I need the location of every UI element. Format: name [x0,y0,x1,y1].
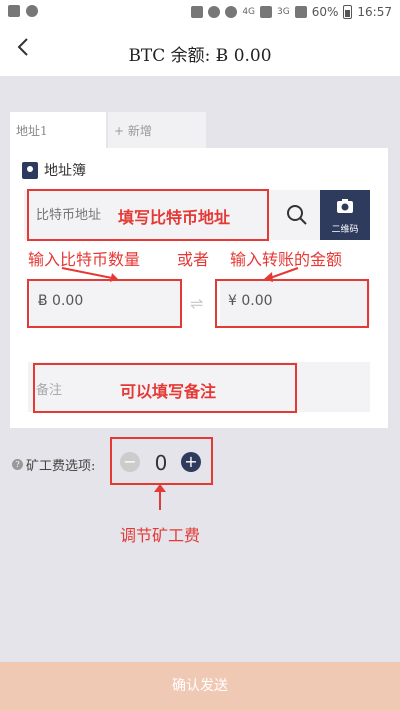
alarm-icon [208,6,221,18]
clock: 16:57 [357,5,392,19]
wechat-notification-icon [26,5,38,17]
network-4g-label: 4G [242,7,256,17]
app-header: BTC 余额: Ƀ 0.00 [0,26,400,76]
annotation-note: 可以填写备注 [120,382,217,401]
contacts-book-icon [22,161,38,179]
annotation-box-fee [110,437,213,485]
network-3g-label: 3G [277,7,290,17]
tab-add-new[interactable]: + 新增 [108,112,206,150]
qr-code-label: 二维码 [331,225,359,235]
wifi-icon [225,6,238,18]
address-book-link[interactable]: 地址簿 [22,160,86,180]
page-title: BTC 余额: Ƀ 0.00 [128,46,272,66]
annotation-box-btc [27,279,182,328]
signal-icon-2 [294,6,307,18]
status-bar: 4G 3G 60% 16:57 [0,0,400,26]
search-button[interactable] [282,200,312,230]
battery-percent: 60% [311,5,339,19]
confirm-send-button[interactable]: 确认发送 [0,662,400,711]
swap-icon[interactable]: ⇌ [190,294,203,313]
annotation-fee: 调节矿工费 [120,526,201,545]
battery-icon [343,5,353,19]
search-icon [287,205,307,225]
annotation-or: 或者 [177,250,210,269]
fee-label-text: 矿工费选项: [26,459,96,474]
qr-code-button[interactable]: 二维码 [320,190,370,240]
mute-icon [191,6,204,18]
annotation-arrow-fee [154,484,166,510]
help-icon[interactable]: ? [12,459,23,470]
address-book-label: 地址簿 [44,163,86,179]
tab-address-1[interactable]: 地址1 [10,112,106,150]
camera-icon [337,199,353,213]
annotation-address: 填写比特币地址 [118,208,231,227]
annotation-box-cny [215,279,369,328]
fee-option-label: ? 矿工费选项: [12,455,95,474]
signal-icon [260,6,273,18]
gallery-notification-icon [8,5,20,17]
